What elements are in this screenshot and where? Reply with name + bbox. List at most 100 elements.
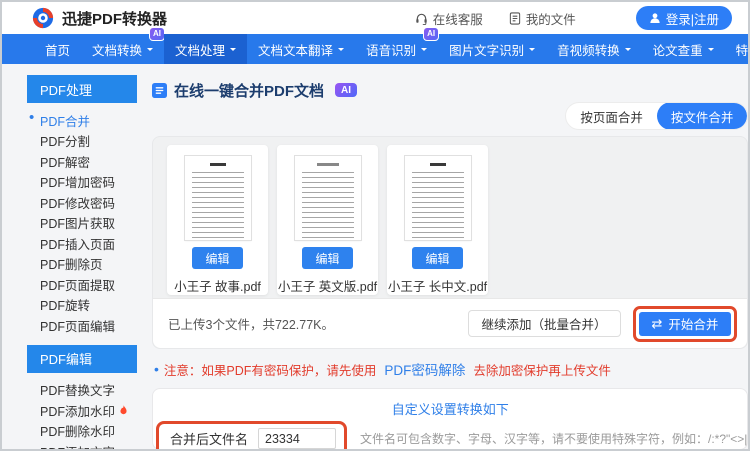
sidebar-item[interactable]: PDF分割: [27, 131, 137, 152]
nav-item-6[interactable]: 图片文字识别: [438, 34, 546, 64]
note-prefix: 注意：如果PDF有密码保护，请先使用: [163, 363, 377, 378]
sidebar-item-label: PDF分割: [40, 135, 91, 150]
ai-badge: AI: [149, 27, 166, 41]
nav-item-9[interactable]: 特色功能新: [725, 34, 749, 64]
filename-input[interactable]: [258, 428, 337, 449]
nav-item-1[interactable]: 首页: [34, 34, 81, 64]
sidebar-item[interactable]: PDF插入页面: [27, 233, 137, 254]
sidebar-item-label: PDF解密: [40, 155, 91, 170]
chevron-down-icon: [230, 48, 237, 54]
sidebar-section-header-2: PDF编辑: [27, 344, 137, 373]
user-icon: [649, 12, 661, 24]
sidebar-item[interactable]: • PDF合并: [27, 109, 137, 131]
preview-title-bar: [316, 163, 339, 166]
sidebar-item[interactable]: PDF添加文字: [27, 441, 137, 449]
chevron-down-icon: [529, 48, 536, 54]
file-list: 编辑 小王子 故事.pdf 编辑 小王子 英文版.pdf 编辑 小王子 长中文.pdf: [153, 137, 747, 295]
main-nav: 首页 文档转换 AI 文档处理 文档文本翻译 语音识别 AI 图片文字识别 音视频转换 论文查重 特…: [2, 27, 749, 64]
password-note: • 注意：如果PDF有密码保护，请先使用 PDF密码解除 去除加密保护再上传文件: [154, 359, 748, 379]
login-register-label: 登录|注册: [665, 12, 719, 27]
sidebar-item-label: PDF修改密码: [40, 196, 116, 211]
online-service-link[interactable]: 在线客服: [415, 9, 483, 28]
document-icon: [152, 82, 167, 98]
sidebar-section-items-1: • PDF合并 PDF分割 PDF解密 PDF增加密码 PDF修改密码 PDF图片获取 PDF…: [27, 109, 137, 336]
sidebar-item[interactable]: PDF页面提取: [27, 274, 137, 295]
brand[interactable]: 迅捷PDF转换器: [32, 7, 167, 29]
nav-item-label: 论文查重: [652, 43, 703, 58]
nav-item-7[interactable]: 音视频转换: [546, 34, 642, 64]
login-register-button[interactable]: 登录|注册: [635, 6, 732, 30]
sidebar-item-label: PDF合并: [40, 114, 91, 129]
upload-status: 已上传3个文件，共722.77K。: [168, 318, 335, 332]
sidebar-item-label: PDF替换文字: [40, 384, 116, 399]
sidebar-section-items-2: PDF替换文字 PDF添加水印 PDF删除水印 PDF添加文字: [27, 380, 137, 449]
merge-by-file-button[interactable]: 按文件合并: [656, 103, 748, 129]
nav-item-5[interactable]: 语音识别 AI: [355, 27, 440, 64]
nav-item-label: 文档处理: [175, 43, 226, 58]
nav-item-label: 特色功能: [735, 43, 749, 58]
merge-mode-toggle: 按页面合并 按文件合并: [565, 102, 748, 130]
flame-icon: [119, 404, 128, 416]
sidebar: PDF处理 • PDF合并 PDF分割 PDF解密 PDF增加密码 PDF修改密码 PDF图片…: [27, 64, 137, 449]
sidebar-item[interactable]: PDF增加密码: [27, 172, 137, 193]
file-name: 小王子 长中文.pdf: [387, 280, 488, 294]
start-merge-button[interactable]: ⇄ 开始合并: [638, 311, 732, 336]
sidebar-item[interactable]: PDF页面编辑: [27, 315, 137, 336]
nav-item-8[interactable]: 论文查重: [642, 34, 725, 64]
header-links: 在线客服 我的文件: [415, 9, 576, 28]
sidebar-item[interactable]: PDF替换文字: [27, 380, 137, 401]
nav-item-label: 文档转换: [92, 43, 143, 58]
start-merge-label: 开始合并: [668, 318, 719, 332]
headset-icon: [415, 12, 428, 25]
filename-label: 合并后文件名: [170, 432, 249, 447]
start-merge-highlight: ⇄ 开始合并: [632, 305, 738, 342]
filename-row: 合并后文件名 文件名可包含数字、字母、汉字等，请不要使用特殊字符，例如：/:*?…: [153, 421, 748, 449]
nav-item-4[interactable]: 文档文本翻译: [247, 34, 355, 64]
sidebar-item-label: PDF旋转: [40, 299, 91, 314]
body: PDF处理 • PDF合并 PDF分割 PDF解密 PDF增加密码 PDF修改密码 PDF图片…: [2, 64, 748, 449]
top-header: 迅捷PDF转换器 在线客服 我的文件 登录|注册: [2, 2, 748, 34]
sidebar-section-header-1: PDF处理: [27, 75, 137, 103]
sidebar-item-label: PDF删除水印: [40, 425, 116, 440]
edit-button[interactable]: 编辑: [412, 247, 463, 269]
sidebar-item[interactable]: PDF解密: [27, 151, 137, 172]
sidebar-item[interactable]: PDF删除水印: [27, 421, 137, 442]
preview-text-lines: [191, 172, 244, 238]
preview-title-bar: [209, 163, 226, 166]
upload-card-footer: 已上传3个文件，共722.77K。 继续添加（批量合并） ⇄ 开始合并: [153, 298, 748, 348]
sidebar-item-label: PDF页面编辑: [40, 319, 116, 334]
chevron-down-icon: [338, 48, 345, 54]
nav-item-3[interactable]: 文档处理: [164, 34, 248, 64]
nav-item-2[interactable]: 文档转换 AI: [81, 27, 166, 64]
sidebar-item-label: PDF删除页: [40, 258, 103, 273]
sidebar-item[interactable]: PDF修改密码: [27, 192, 137, 213]
file-name: 小王子 英文版.pdf: [277, 280, 378, 294]
title-row: 在线一键合并PDF文档 AI: [152, 80, 748, 100]
filename-hint: 文件名可包含数字、字母、汉字等，请不要使用特殊字符，例如：/:*?"<>|: [360, 432, 748, 446]
file-icon: [509, 11, 521, 25]
file-name: 小王子 故事.pdf: [174, 280, 261, 294]
sidebar-item-label: PDF增加密码: [40, 176, 116, 191]
sidebar-item[interactable]: PDF添加水印: [27, 400, 137, 421]
nav-item-label: 音视频转换: [557, 43, 620, 58]
preview-text-lines: [301, 171, 354, 238]
note-bullet: •: [154, 361, 159, 377]
sidebar-item[interactable]: PDF图片获取: [27, 213, 137, 234]
my-files-label: 我的文件: [525, 12, 576, 27]
my-files-link[interactable]: 我的文件: [509, 9, 576, 28]
add-more-button[interactable]: 继续添加（批量合并）: [467, 310, 621, 337]
pdf-page-preview: [404, 156, 471, 240]
sidebar-item-label: PDF页面提取: [40, 278, 116, 293]
sidebar-item[interactable]: PDF删除页: [27, 254, 137, 275]
nav-item-label: 图片文字识别: [449, 43, 525, 58]
nav-item-label: 首页: [45, 43, 71, 58]
sidebar-item-label: PDF添加水印: [40, 404, 116, 419]
edit-button[interactable]: 编辑: [192, 247, 243, 269]
chevron-down-icon: [707, 48, 714, 54]
file-card: 编辑小王子 英文版.pdf: [277, 145, 378, 295]
merge-by-page-button[interactable]: 按页面合并: [566, 103, 657, 129]
edit-button[interactable]: 编辑: [302, 247, 353, 269]
sidebar-item[interactable]: PDF旋转: [27, 295, 137, 316]
nav-item-label: 文档文本翻译: [258, 43, 334, 58]
pdf-password-remove-link[interactable]: PDF密码解除: [384, 359, 465, 379]
